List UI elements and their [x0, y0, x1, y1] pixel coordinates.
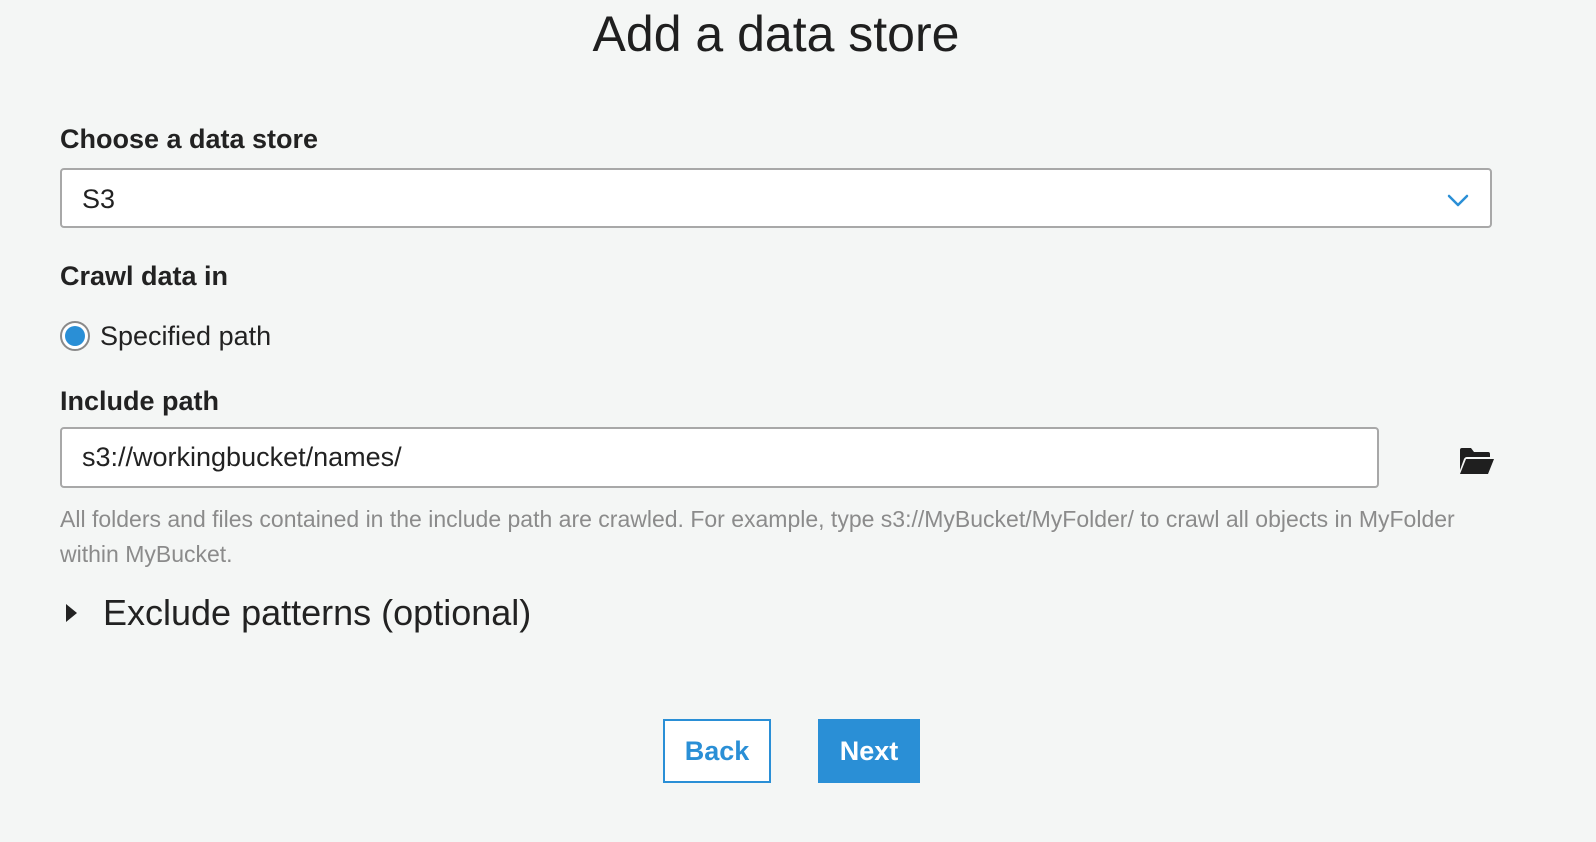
include-path-input[interactable]	[60, 427, 1379, 488]
crawl-data-label: Crawl data in	[60, 261, 229, 291]
specified-path-label: Specified path	[100, 320, 272, 351]
folder-open-icon[interactable]	[1458, 446, 1496, 476]
data-store-select[interactable]: S3	[60, 168, 1492, 228]
specified-path-radio[interactable]	[60, 321, 90, 351]
specified-path-option[interactable]: Specified path	[60, 318, 271, 354]
exclude-patterns-label: Exclude patterns (optional)	[103, 592, 532, 633]
next-button[interactable]: Next	[818, 719, 920, 783]
back-button[interactable]: Back	[663, 719, 771, 783]
radio-selected-dot	[65, 326, 85, 346]
exclude-patterns-expander[interactable]: Exclude patterns (optional)	[66, 592, 531, 634]
include-path-label: Include path	[60, 386, 220, 416]
chevron-down-icon	[1447, 194, 1469, 207]
add-data-store-page: Add a data store Choose a data store S3 …	[0, 0, 1596, 842]
include-path-help-text: All folders and files contained in the i…	[60, 506, 1455, 567]
data-store-label: Choose a data store	[60, 124, 319, 154]
data-store-selected-value: S3	[82, 184, 116, 214]
caret-right-icon	[66, 604, 77, 622]
page-title: Add a data store	[592, 6, 960, 62]
